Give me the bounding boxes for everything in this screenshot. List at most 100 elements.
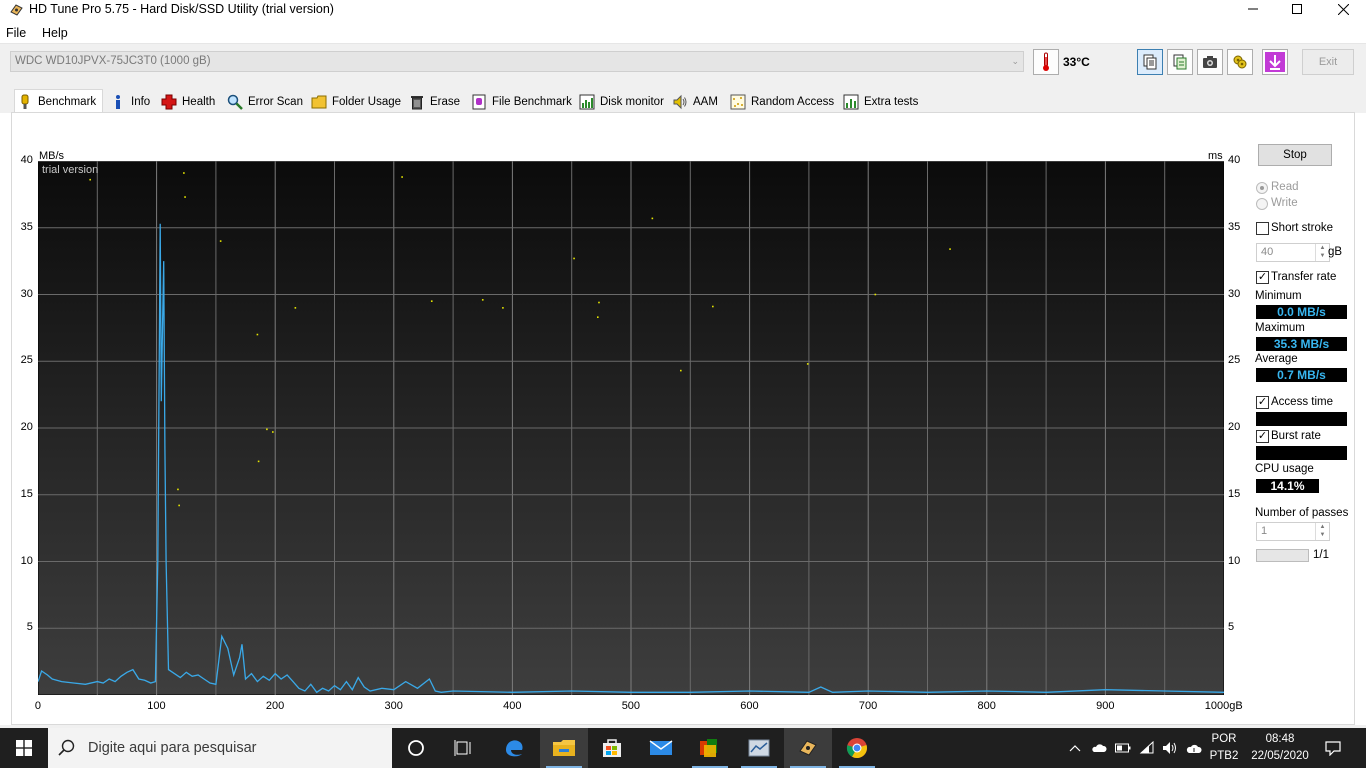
y-tick-label-left: 30 [20, 287, 33, 300]
cloud-sync-icon[interactable] [1186, 740, 1202, 756]
tab-info[interactable]: Info [108, 92, 150, 112]
copy-all-button[interactable] [1167, 49, 1193, 75]
edge-icon [506, 740, 523, 757]
taskbar-search-box[interactable]: Digite aqui para pesquisar [48, 728, 392, 768]
thermometer-icon [1033, 49, 1059, 75]
extra-tests-icon [843, 94, 859, 110]
mail-taskbar-button[interactable] [637, 728, 685, 768]
copy-info-button[interactable] [1137, 49, 1163, 75]
access-time-value [1256, 412, 1347, 426]
stop-button[interactable]: Stop [1258, 144, 1332, 166]
battery-icon[interactable] [1115, 740, 1131, 756]
access-time-point [806, 363, 809, 365]
tab-disk-monitor[interactable]: Disk monitor [577, 92, 664, 112]
options-button[interactable] [1227, 49, 1253, 75]
minimum-value: 0.0 MB/s [1256, 305, 1347, 319]
tab-error-scan[interactable]: Error Scan [225, 92, 303, 112]
access-time-point [89, 178, 91, 181]
wifi-icon[interactable] [1139, 740, 1155, 756]
x-tick-label: 700 [858, 700, 878, 712]
close-button[interactable] [1320, 0, 1366, 18]
cortana-button[interactable] [392, 728, 440, 768]
transfer-rate-checkbox[interactable]: ✓ [1256, 271, 1269, 284]
tab-folder-usage[interactable]: Folder Usage [309, 92, 401, 112]
drive-select[interactable]: WDC WD10JPVX-75JC3T0 (1000 gB) ⌄ [10, 51, 1024, 72]
keyboard-layout[interactable]: PTB2 [1206, 750, 1242, 762]
tab-benchmark[interactable]: Benchmark [14, 89, 103, 113]
chevron-down-icon: ⌄ [1011, 56, 1019, 66]
access-time-point [712, 305, 714, 308]
tab-erase[interactable]: Erase [407, 92, 460, 112]
x-tick-label: 900 [1096, 700, 1115, 712]
file-explorer-taskbar-button[interactable] [540, 728, 588, 768]
burst-rate-checkbox[interactable]: ✓ [1256, 430, 1269, 443]
number-of-passes-input[interactable]: 1 ▲ ▼ [1256, 522, 1330, 541]
folder-icon [553, 740, 575, 756]
clock-date[interactable]: 22/05/2020 [1244, 750, 1316, 762]
write-radio[interactable] [1256, 198, 1268, 210]
access-time-point [219, 240, 222, 242]
clock-time[interactable]: 08:48 [1244, 733, 1316, 745]
tab-label: Info [131, 96, 151, 108]
trial-watermark: trial version [42, 164, 99, 176]
chrome-icon [846, 738, 867, 759]
mail-icon [649, 740, 673, 755]
save-results-button[interactable] [1262, 49, 1288, 75]
short-stroke-unit: gB [1328, 246, 1343, 258]
title-bar: HD Tune Pro 5.75 - Hard Disk/SSD Utility… [0, 0, 1366, 22]
read-radio[interactable] [1256, 182, 1268, 194]
hdtune-app-icon [9, 3, 24, 17]
access-time-point [680, 369, 682, 372]
office-taskbar-button[interactable] [686, 728, 734, 768]
minimize-button[interactable] [1230, 0, 1276, 18]
x-tick-label: 1000gB [1204, 700, 1243, 712]
maximize-button[interactable] [1274, 0, 1320, 18]
transfer-rate-chart-svg [37, 160, 1225, 696]
start-button[interactable] [0, 728, 48, 768]
tab-label: File Benchmark [492, 96, 572, 108]
options-icon [1233, 55, 1247, 69]
notification-center-icon[interactable] [1325, 740, 1341, 756]
average-label: Average [1255, 353, 1298, 365]
tab-health[interactable]: Health [159, 92, 215, 112]
screenshot-button[interactable] [1197, 49, 1223, 75]
x-tick-label: 0 [34, 700, 42, 712]
trash-icon [409, 94, 425, 110]
y-tick-label-right: 30 [1228, 287, 1241, 300]
exit-button[interactable]: Exit [1302, 49, 1354, 75]
access-time-checkbox[interactable]: ✓ [1256, 396, 1269, 409]
crystal-disk-taskbar-button[interactable] [735, 728, 783, 768]
store-taskbar-button[interactable] [588, 728, 636, 768]
chrome-taskbar-button[interactable] [833, 728, 881, 768]
number-of-passes-value: 1 [1261, 525, 1268, 537]
read-label: Read [1271, 181, 1299, 193]
y-tick-label-right: 40 [1228, 154, 1241, 166]
camera-icon [1203, 56, 1217, 68]
edge-taskbar-button[interactable] [490, 728, 538, 768]
tab-aam[interactable]: AAM [670, 92, 718, 112]
transfer-rate-chart [37, 160, 1225, 696]
tab-extra-tests[interactable]: Extra tests [841, 92, 918, 112]
input-language[interactable]: POR [1206, 733, 1242, 745]
spin-arrows-icon[interactable]: ▲ ▼ [1315, 244, 1329, 261]
short-stroke-checkbox[interactable] [1256, 222, 1269, 235]
volume-icon[interactable] [1162, 740, 1178, 756]
windows-logo-icon [16, 740, 32, 756]
random-access-icon [730, 94, 746, 110]
tab-random-access[interactable]: Random Access [728, 92, 834, 112]
spin-arrows-icon[interactable]: ▲ ▼ [1315, 523, 1329, 540]
menu-file[interactable]: File [6, 26, 26, 40]
menu-help[interactable]: Help [42, 26, 68, 40]
x-tick-label: 600 [740, 700, 759, 712]
menu-bar: File Help [0, 22, 1366, 44]
y-tick-label-left: 5 [26, 621, 33, 634]
task-view-button[interactable] [440, 728, 488, 768]
short-stroke-input[interactable]: 40 ▲ ▼ [1256, 243, 1330, 262]
access-time-point [266, 428, 268, 431]
chevron-up-icon[interactable] [1067, 740, 1083, 756]
hdtune-taskbar-button[interactable] [784, 728, 832, 768]
onedrive-cloud-icon[interactable] [1091, 740, 1107, 756]
tab-file-benchmark[interactable]: File Benchmark [469, 92, 572, 112]
disk-info-icon [748, 739, 770, 757]
access-time-point [183, 172, 185, 174]
